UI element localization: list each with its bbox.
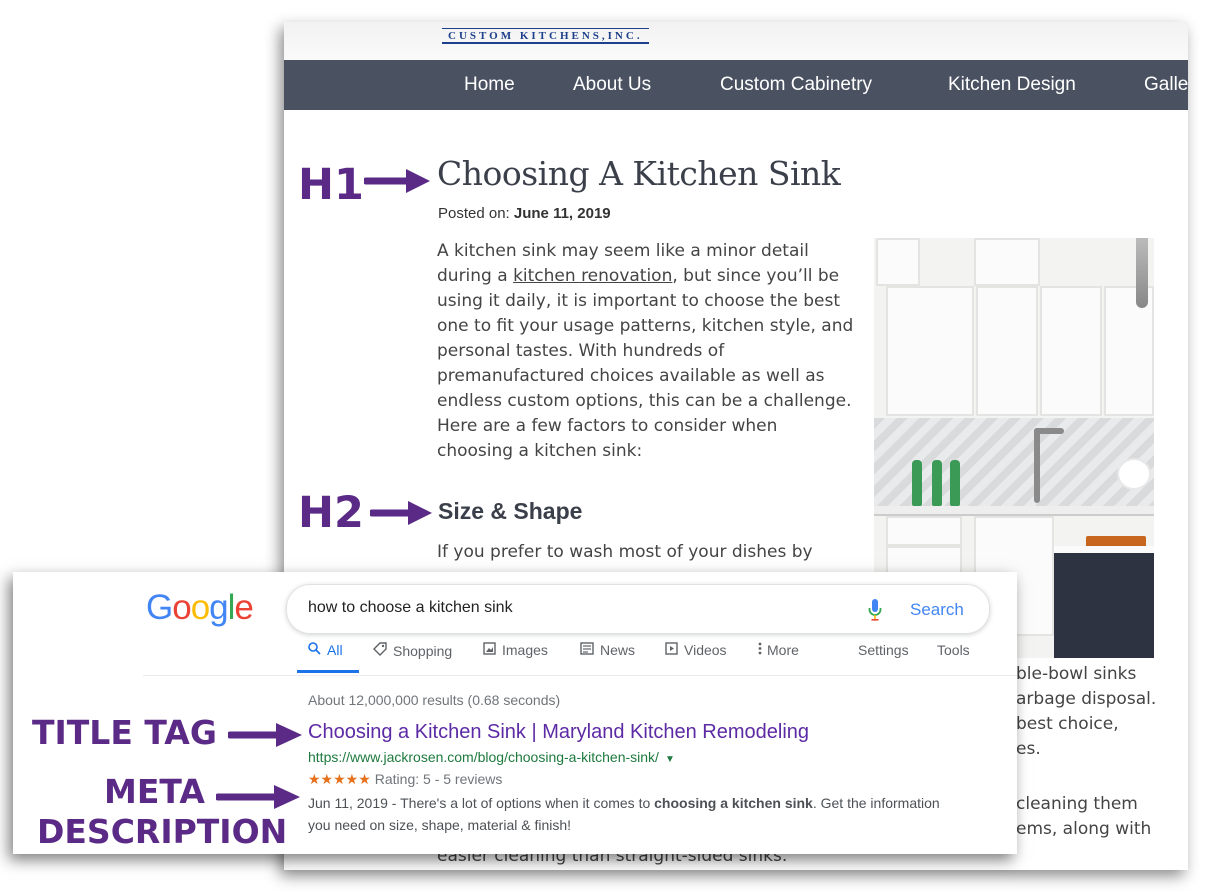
- google-logo[interactable]: Google: [146, 588, 254, 628]
- dropdown-triangle-icon[interactable]: ▼: [665, 754, 675, 765]
- tab-shopping[interactable]: Shopping: [373, 642, 452, 659]
- star-rating-icon: ★★★★★: [308, 771, 371, 787]
- tab-more[interactable]: More: [758, 642, 799, 658]
- site-header: CUSTOM KITCHENS,INC.: [284, 22, 1188, 60]
- active-tab-indicator: [297, 670, 359, 673]
- search-button[interactable]: Search: [910, 600, 964, 620]
- title-tag-annotation-label: TITLE TAG: [32, 713, 217, 752]
- tab-images[interactable]: Images: [483, 642, 548, 658]
- intro-text-2: , but since you’ll be using it daily, it…: [437, 266, 854, 461]
- tab-all[interactable]: All: [308, 642, 343, 658]
- size-shape-paragraph: If you prefer to wash most of your dishe…: [437, 542, 813, 562]
- description-annotation-label: DESCRIPTION: [37, 812, 288, 851]
- arrow-icon: [364, 169, 430, 193]
- right-text-line: arbage disposal.: [1016, 689, 1157, 709]
- h1-annotation-label: H1: [298, 160, 364, 210]
- arrow-icon: [370, 501, 432, 525]
- mic-icon[interactable]: [867, 598, 883, 622]
- arrow-icon: [216, 785, 300, 809]
- video-icon: [665, 642, 678, 655]
- result-url[interactable]: https://www.jackrosen.com/blog/choosing-…: [308, 749, 675, 765]
- right-text-line: ble-bowl sinks: [1016, 664, 1137, 684]
- right-text-line: es.: [1016, 739, 1041, 759]
- meta-description-snippet: Jun 11, 2019 - There's a lot of options …: [308, 795, 940, 833]
- posted-date-value: June 11, 2019: [513, 205, 611, 222]
- result-title-link[interactable]: Choosing a Kitchen Sink | Maryland Kitch…: [308, 721, 809, 744]
- main-nav: Home About Us Custom Cabinetry Kitchen D…: [284, 60, 1188, 110]
- tab-videos[interactable]: Videos: [665, 642, 727, 658]
- post-date: Posted on: June 11, 2019: [438, 205, 611, 222]
- arrow-icon: [228, 723, 302, 747]
- h2-annotation-label: H2: [298, 488, 364, 538]
- nav-custom-cabinetry[interactable]: Custom Cabinetry: [720, 74, 872, 96]
- rating-text: Rating: 5 - 5 reviews: [374, 771, 503, 787]
- right-text-line: cleaning them: [1016, 794, 1138, 814]
- rating-row: ★★★★★ Rating: 5 - 5 reviews: [308, 771, 502, 788]
- posted-label: Posted on:: [438, 205, 514, 222]
- nav-home[interactable]: Home: [464, 74, 515, 96]
- search-icon: [308, 642, 321, 655]
- more-vertical-icon: [758, 642, 762, 655]
- search-query[interactable]: how to choose a kitchen sink: [308, 599, 513, 617]
- result-count: About 12,000,000 results (0.68 seconds): [308, 692, 561, 708]
- tab-settings[interactable]: Settings: [858, 642, 909, 658]
- tab-tools[interactable]: Tools: [937, 642, 970, 658]
- divider: [143, 675, 1017, 676]
- tab-news[interactable]: News: [580, 642, 635, 658]
- kitchen-renovation-link[interactable]: kitchen renovation: [513, 266, 672, 286]
- nav-kitchen-design[interactable]: Kitchen Design: [948, 74, 1076, 96]
- intro-paragraph: A kitchen sink may seem like a minor det…: [437, 239, 857, 464]
- pendant-lamp: [1136, 238, 1148, 308]
- tag-icon: [373, 642, 387, 656]
- article-title: Choosing A Kitchen Sink: [437, 154, 841, 193]
- faucet: [1034, 428, 1040, 503]
- nav-about-us[interactable]: About Us: [573, 74, 651, 96]
- nav-gallery[interactable]: Galle: [1144, 74, 1188, 96]
- image-icon: [483, 642, 496, 655]
- site-logo[interactable]: CUSTOM KITCHENS,INC.: [442, 28, 649, 44]
- right-text-line: best choice,: [1016, 714, 1119, 734]
- meta-annotation-label: META: [104, 772, 205, 811]
- news-icon: [580, 642, 594, 655]
- section-heading-size-shape: Size & Shape: [438, 498, 583, 524]
- right-text-line: ems, along with: [1016, 819, 1152, 839]
